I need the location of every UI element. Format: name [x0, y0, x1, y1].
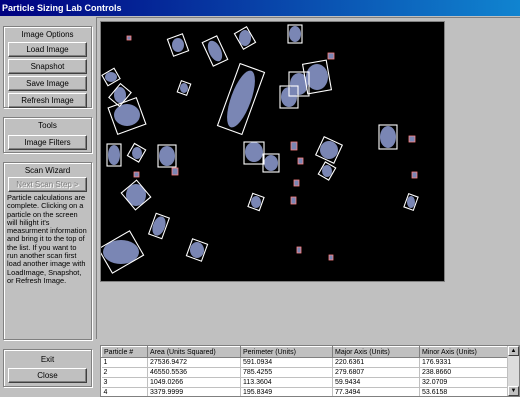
table-cell: 3379.9999 [147, 387, 241, 396]
table-cell: 195.8349 [240, 387, 333, 396]
exit-group: Exit Close [3, 349, 92, 387]
scan-wizard-message: Particle calculations are complete. Clic… [7, 193, 87, 285]
scan-wizard-title: Scan Wizard [24, 166, 71, 175]
table-cell: 77.3494 [332, 387, 420, 396]
scroll-down-icon[interactable]: ▼ [508, 386, 519, 396]
column-header[interactable]: Area (Units Squared) [147, 346, 241, 358]
table-row[interactable]: 4 3379.9999 195.8349 77.3494 53.6158 [101, 387, 510, 396]
save-image-button[interactable]: Save Image [8, 76, 87, 91]
results-table[interactable]: Particle # Area (Units Squared) Perimete… [100, 345, 520, 397]
image-options-group: Image Options Load Image Snapshot Save I… [3, 26, 92, 108]
particle-image [101, 24, 419, 274]
exit-title: Exit [40, 355, 55, 364]
scan-wizard-group: Scan Wizard Next Scan Step > Particle ca… [3, 162, 92, 340]
table-cell: 113.3604 [240, 377, 333, 388]
column-header[interactable]: Minor Axis (Units) [419, 346, 510, 358]
table-cell: 59.9434 [332, 377, 420, 388]
table-cell: 591.0934 [240, 357, 333, 368]
particle-image-canvas[interactable] [100, 21, 445, 282]
table-cell: 3 [101, 377, 148, 388]
close-button[interactable]: Close [8, 368, 87, 383]
window-title: Particle Sizing Lab Controls [0, 0, 520, 16]
table-cell: 53.6158 [419, 387, 510, 396]
tools-title: Tools [38, 121, 57, 130]
results-grid: Particle # Area (Units Squared) Perimete… [101, 346, 510, 396]
vertical-scrollbar[interactable]: ▲ ▼ [507, 346, 519, 396]
table-cell: 46550.5536 [147, 367, 241, 378]
table-row[interactable]: 2 46550.5536 785.4255 279.6807 238.8660 [101, 367, 510, 378]
table-cell: 220.6361 [332, 357, 420, 368]
load-image-button[interactable]: Load Image [8, 42, 87, 57]
image-filters-button[interactable]: Image Filters [8, 135, 87, 150]
tools-group: Tools Image Filters [3, 117, 92, 153]
table-row[interactable]: 3 1049.0266 113.3604 59.9434 32.0709 [101, 377, 510, 388]
table-cell: 27536.9472 [147, 357, 241, 368]
table-cell: 279.6807 [332, 367, 420, 378]
image-options-title: Image Options [21, 30, 74, 39]
table-cell: 1 [101, 357, 148, 368]
table-cell: 32.0709 [419, 377, 510, 388]
refresh-image-button[interactable]: Refresh Image [8, 93, 87, 108]
column-header[interactable]: Particle # [101, 346, 148, 358]
table-cell: 785.4255 [240, 367, 333, 378]
next-scan-step-button[interactable]: Next Scan Step > [8, 177, 87, 192]
scroll-up-icon[interactable]: ▲ [508, 346, 519, 356]
table-cell: 176.9331 [419, 357, 510, 368]
snapshot-button[interactable]: Snapshot [8, 59, 87, 74]
table-cell: 2 [101, 367, 148, 378]
table-cell: 238.8660 [419, 367, 510, 378]
column-header[interactable]: Perimeter (Units) [240, 346, 333, 358]
column-header[interactable]: Major Axis (Units) [332, 346, 420, 358]
table-cell: 1049.0266 [147, 377, 241, 388]
table-cell: 4 [101, 387, 148, 396]
table-row[interactable]: 1 27536.9472 591.0934 220.6361 176.9331 [101, 357, 510, 368]
table-header-row: Particle # Area (Units Squared) Perimete… [101, 346, 510, 358]
